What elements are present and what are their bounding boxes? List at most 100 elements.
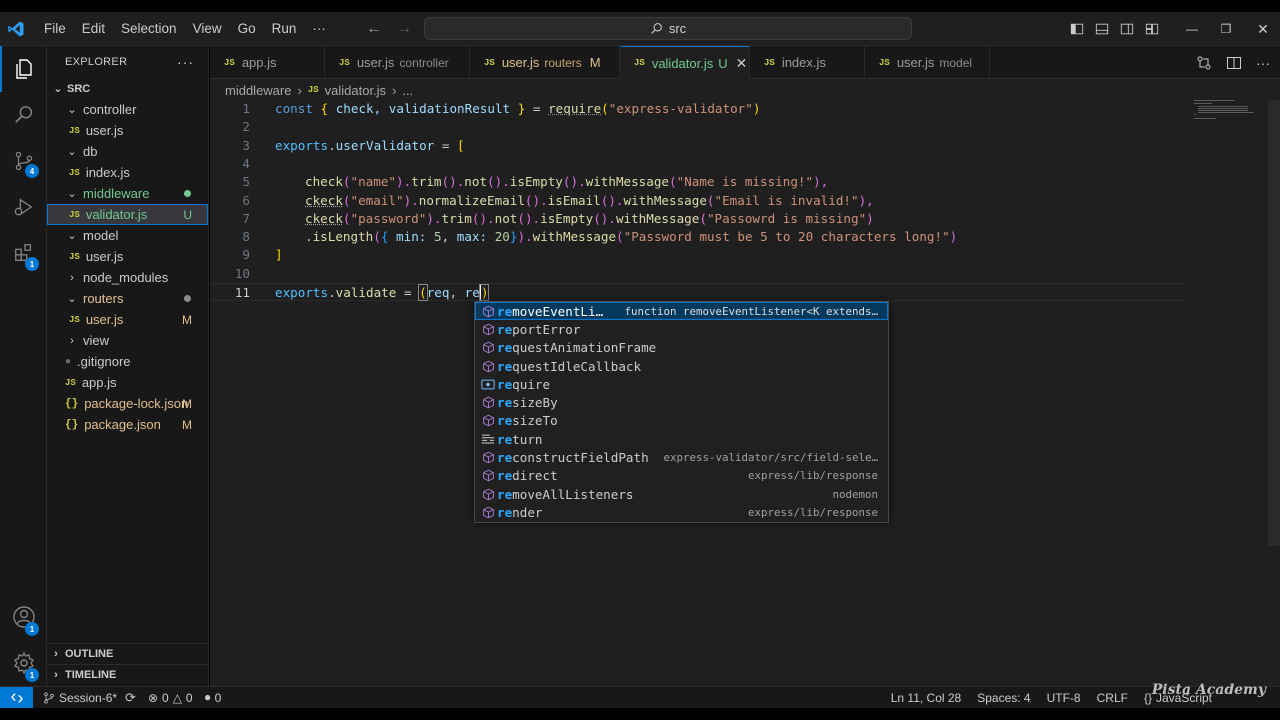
menu-go[interactable]: Go (230, 17, 264, 41)
minimap[interactable] (1194, 100, 1254, 120)
restore-icon[interactable]: ❐ (1206, 12, 1246, 46)
tree-item[interactable]: JS index.js (47, 162, 208, 183)
suggestion-item[interactable]: re constructFieldPath express-validator/sr… (475, 448, 888, 466)
forward-arrow-icon[interactable]: → (396, 20, 412, 38)
suggestion-item[interactable]: re moveEventLi… function removeEventListen… (475, 302, 888, 321)
ports-status[interactable]: ⦁ 0 (199, 690, 228, 705)
js-file-icon: JS (484, 57, 495, 68)
suggestion-item[interactable]: re direct express/lib/response (475, 467, 888, 485)
tree-item[interactable]: ⌄ controller (47, 99, 208, 120)
tree-item[interactable]: ⌄ middleware (47, 183, 208, 204)
suggestion-item[interactable]: re portError (475, 320, 888, 338)
tab-index-js[interactable]: JS index.js (750, 46, 865, 79)
code-token: { (320, 101, 329, 116)
suggestion-item[interactable]: re questAnimationFrame (475, 339, 888, 357)
suggestion-item[interactable]: re sizeBy (475, 393, 888, 411)
menu-more[interactable]: ··· (304, 17, 334, 41)
accounts-icon[interactable]: 1 (0, 594, 47, 640)
toggle-panel-icon[interactable] (1089, 12, 1114, 46)
sync-icon[interactable]: ⟳ (125, 690, 136, 706)
timeline-section[interactable]: › TIMELINE (47, 664, 209, 685)
line-number: 3 (242, 137, 250, 153)
tab-validator-js[interactable]: JS validator.js U ✕ (620, 46, 750, 79)
suggestion-item[interactable]: re moveAllListeners nodemon (475, 485, 888, 503)
code-token: (). (524, 192, 548, 208)
breadcrumb-file[interactable]: validator.js (325, 83, 386, 98)
tab-user-js-controller[interactable]: JS user.js controller (325, 46, 470, 79)
toggle-primary-sidebar-icon[interactable] (1064, 12, 1089, 46)
encoding[interactable]: UTF-8 (1039, 691, 1089, 705)
run-debug-icon[interactable] (0, 184, 47, 230)
more-actions-icon[interactable]: ··· (1256, 55, 1270, 71)
tree-item[interactable]: ⌄ routers (47, 288, 208, 309)
suggestion-item[interactable]: re turn (475, 430, 888, 448)
menu-run[interactable]: Run (264, 17, 305, 41)
search-icon[interactable] (0, 92, 47, 138)
remote-indicator-icon[interactable] (0, 686, 33, 709)
tree-item[interactable]: › view (47, 330, 208, 351)
tree-item[interactable]: › node_modules (47, 267, 208, 288)
command-center-search[interactable]: src (424, 17, 912, 40)
breadcrumb-folder[interactable]: middleware (225, 83, 291, 98)
branch-status[interactable]: Session-6* ⟳ (37, 690, 142, 706)
code-token: ( (373, 229, 381, 245)
tree-item[interactable]: JS app.js (47, 372, 208, 393)
method-icon (479, 412, 497, 430)
code-token: = (403, 285, 412, 300)
split-editor-icon[interactable] (1226, 55, 1242, 71)
tree-item[interactable]: {} package.json M (47, 414, 208, 435)
chevron-down-icon: ⌄ (53, 83, 63, 95)
outline-section[interactable]: › OUTLINE (47, 643, 209, 664)
more-actions-icon[interactable]: ··· (177, 54, 194, 70)
menu-view[interactable]: View (185, 17, 230, 41)
customize-layout-icon[interactable] (1139, 12, 1164, 46)
tree-item[interactable]: JS user.js (47, 120, 208, 141)
code-token: "Passowrd is missing" (706, 210, 867, 226)
suggestion-match: re (497, 486, 513, 502)
tree-item[interactable]: JS user.js M (47, 309, 208, 330)
tree-root-src[interactable]: ⌄ SRC (47, 78, 208, 99)
indentation[interactable]: Spaces: 4 (969, 691, 1038, 705)
back-arrow-icon[interactable]: ← (366, 20, 382, 38)
tree-item[interactable]: JS validator.js U (47, 204, 208, 225)
tab-app-js[interactable]: JS app.js (210, 46, 325, 79)
menu-file[interactable]: File (36, 17, 74, 41)
tree-item[interactable]: ⌄ db (47, 141, 208, 162)
explorer-icon[interactable] (0, 46, 47, 92)
chevron-down-icon: ⌄ (67, 230, 77, 242)
extensions-icon[interactable]: 1 (0, 230, 47, 276)
breadcrumb-more[interactable]: ... (402, 83, 413, 98)
tree-item[interactable]: JS user.js (47, 246, 208, 267)
code-token: withMessage (615, 210, 700, 226)
close-window-icon[interactable]: ✕ (1246, 12, 1280, 46)
tab-user-js-model[interactable]: JS user.js model (865, 46, 990, 79)
tab-user-js-routers[interactable]: JS user.js routers M (470, 46, 620, 79)
tree-item[interactable]: {} package-lock.json M (47, 393, 208, 414)
cursor-position[interactable]: Ln 11, Col 28 (883, 691, 970, 705)
code-token: const (275, 101, 313, 116)
minimize-icon[interactable]: — (1178, 12, 1206, 46)
suggestion-label: nder (512, 504, 543, 520)
timeline-label: TIMELINE (65, 669, 117, 681)
menu-edit[interactable]: Edit (74, 17, 113, 41)
menu-selection[interactable]: Selection (113, 17, 185, 41)
suggestion-match: re (497, 358, 513, 374)
source-control-icon[interactable]: 4 (0, 138, 47, 184)
problems-status[interactable]: ⊗ 0 △ 0 (142, 691, 199, 705)
end-of-line[interactable]: CRLF (1089, 691, 1136, 705)
js-file-icon: JS (69, 167, 80, 178)
tree-item[interactable]: ⌄ model (47, 225, 208, 246)
code-token: ). (396, 174, 412, 190)
suggestion-item[interactable]: re sizeTo (475, 412, 888, 430)
suggestion-item[interactable]: re nder express/lib/response (475, 503, 888, 521)
close-tab-icon[interactable]: ✕ (736, 55, 748, 72)
js-file-icon: JS (224, 57, 235, 68)
compare-changes-icon[interactable] (1196, 55, 1212, 71)
settings-gear-icon[interactable]: 1 (0, 640, 47, 686)
suggestion-item[interactable]: re quire (475, 375, 888, 393)
vertical-scrollbar[interactable] (1268, 100, 1280, 546)
suggestion-item[interactable]: re questIdleCallback (475, 357, 888, 375)
code-token: withMessage (532, 229, 617, 245)
toggle-secondary-sidebar-icon[interactable] (1114, 12, 1139, 46)
tree-item[interactable]: ● .gitignore (47, 351, 208, 372)
